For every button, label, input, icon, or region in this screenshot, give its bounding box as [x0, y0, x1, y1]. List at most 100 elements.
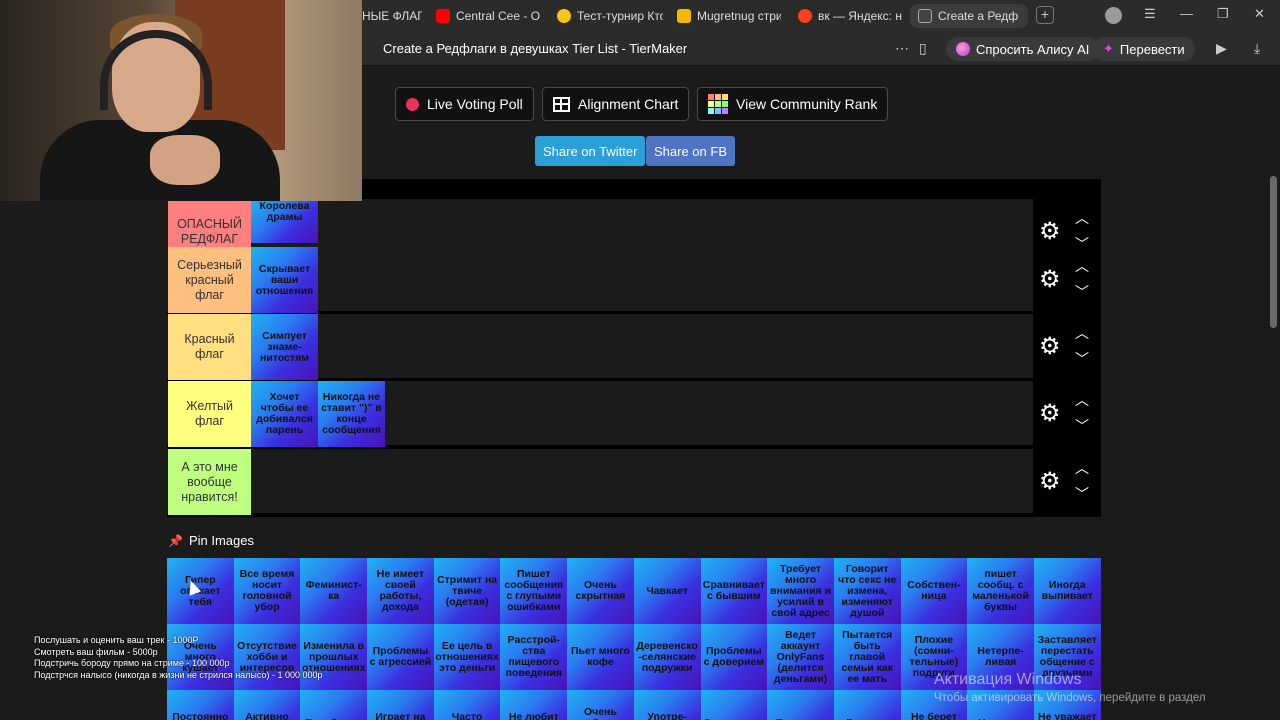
tier-item[interactable]: Хочет чтобы ее добивался парень [251, 381, 318, 447]
pin-images-toggle[interactable]: 📌 Pin Images [168, 533, 254, 548]
pool-item[interactable]: пишет сообщ. с маленькой буквы [967, 558, 1034, 624]
translate-button[interactable]: ✦ Перевести [1093, 37, 1195, 61]
profile-avatar[interactable] [1105, 7, 1122, 24]
bookmark-icon[interactable]: ▯ [919, 40, 927, 57]
pool-item[interactable]: Очень избира-тельна [567, 690, 634, 720]
tier-items: Хочет чтобы ее добивался парень Никогда … [251, 381, 385, 447]
more-icon[interactable]: ⋯ [895, 40, 909, 57]
page-title[interactable]: Create a Редфлаги в девушках Tier List -… [383, 41, 687, 56]
gear-icon[interactable]: ⚙ [1039, 402, 1061, 426]
browser-tab-5[interactable]: вк — Яндекс: на [798, 4, 902, 28]
share-fb-button[interactable]: Share on FB [646, 136, 735, 166]
pool-item[interactable]: Стримит на твиче (одетая) [433, 558, 501, 624]
tier-label[interactable]: Красный флаг [168, 314, 251, 380]
gear-icon[interactable]: ⚙ [1039, 470, 1061, 494]
chevron-up-icon[interactable]: ︿ [1075, 461, 1089, 475]
pool-item[interactable]: Употре-бляет [633, 690, 701, 720]
pool-item[interactable]: Собствен-ница [900, 558, 968, 624]
pool-item[interactable]: Пьет много кофе [567, 624, 634, 690]
close-window-icon[interactable]: ✕ [1254, 6, 1265, 22]
watermark-subtitle: Чтобы активировать Windows, перейдите в … [934, 692, 1206, 704]
chevron-down-icon[interactable]: ﹀ [1075, 285, 1089, 299]
pool-item[interactable]: Трenболон [300, 690, 368, 720]
tiermaker-icon [918, 9, 932, 23]
donation-line: Послушать и оценить ваш трек - 1000Р [34, 635, 199, 645]
chevron-up-icon[interactable]: ︿ [1075, 259, 1089, 273]
tier-controls: ⚙ ︿ ﹀ [1033, 247, 1101, 313]
pool-item[interactable]: Не имеет своей работы, дохода [367, 558, 434, 624]
new-tab-button[interactable]: + [1036, 6, 1054, 24]
pool-item[interactable]: Ревнует [833, 690, 901, 720]
pool-item[interactable]: Деревенско [700, 690, 768, 720]
pool-item[interactable]: Активно курит [233, 690, 301, 720]
community-rank-button[interactable]: View Community Rank [697, 87, 889, 121]
tier-list: ОПАСНЫЙ РЕДФЛАГ Королева драмы ⚙ ︿ ﹀ Сер… [167, 179, 1101, 517]
pool-item[interactable]: Пытается [767, 690, 834, 720]
tier-grid-icon [708, 94, 728, 114]
translate-label: Перевести [1119, 41, 1185, 57]
pool-item[interactable]: Проблемы с доверием [700, 624, 768, 690]
chevron-up-icon[interactable]: ︿ [1075, 326, 1089, 340]
community-rank-label: View Community Rank [736, 96, 878, 112]
tier-items: Симпует знаме-нитостям [251, 314, 318, 380]
tab-label: Mugretnug стри [697, 9, 781, 23]
image-icon [677, 9, 691, 23]
browser-tab-2[interactable]: Central Cee - Obs [436, 4, 540, 28]
pool-item[interactable]: Пытается быть главой семьи как ее мать [833, 624, 901, 690]
scrollbar-track[interactable] [1268, 66, 1280, 720]
gear-icon[interactable]: ⚙ [1039, 268, 1061, 292]
pool-item[interactable]: Ее цель в отношениях это деньги [433, 624, 501, 690]
scrollbar-thumb[interactable] [1270, 176, 1277, 328]
pool-item[interactable]: Проблемы с агрессией [367, 624, 434, 690]
pool-item[interactable]: Сравнивает с бывшим [700, 558, 768, 624]
watermark-title: Активация Windows [934, 671, 1082, 688]
alisa-label: Спросить Алису AI [976, 41, 1090, 57]
pool-item[interactable]: Иногда выпивает [1033, 558, 1101, 624]
live-voting-poll-button[interactable]: Live Voting Poll [395, 87, 534, 121]
pool-item[interactable]: Постоянно опаздывает [167, 690, 234, 720]
pool-item[interactable]: Все время носит головной убор [233, 558, 301, 624]
pool-item[interactable]: Деревенско -селянские подружки [633, 624, 701, 690]
tier-label[interactable]: Желтый флаг [168, 381, 251, 447]
chevron-down-icon[interactable]: ﹀ [1075, 487, 1089, 501]
pool-item[interactable]: Чавкает [633, 558, 701, 624]
pool-item[interactable]: Требует много внимания и усилий в свой а… [767, 558, 834, 624]
pool-item[interactable]: Говорит что секс не измена, изменяют душ… [833, 558, 901, 624]
ask-alisa-button[interactable]: Спросить Алису AI [946, 37, 1100, 61]
youtube-icon [436, 9, 450, 23]
pool-item[interactable]: Пишет сообщения с глупыми ошибками [500, 558, 568, 624]
gear-icon[interactable]: ⚙ [1039, 220, 1061, 244]
tier-item[interactable]: Никогда не ставит ")" в конце сообщения [318, 381, 385, 447]
menu-icon[interactable]: ☰ [1144, 6, 1156, 22]
tier-item[interactable]: Симпует знаме-нитостям [251, 314, 318, 380]
chevron-down-icon[interactable]: ﹀ [1075, 352, 1089, 366]
pool-item[interactable]: Феминист-ка [300, 558, 368, 624]
gear-icon[interactable]: ⚙ [1039, 335, 1061, 359]
tier-item[interactable]: Скрывает ваши отношения [251, 247, 318, 313]
tab-label: Тест-турнир Кто [577, 9, 663, 23]
play-icon[interactable]: ▶ [1216, 40, 1227, 57]
minimize-icon[interactable]: — [1180, 6, 1193, 21]
alignment-chart-button[interactable]: Alignment Chart [542, 87, 690, 121]
pool-item[interactable]: Не любит животных [500, 690, 568, 720]
tier-item[interactable]: Королева драмы [251, 199, 318, 243]
tier-label[interactable]: Серьезный красный флаг [168, 247, 251, 313]
alisa-icon [956, 42, 970, 56]
pool-item[interactable]: Очень скрытная [567, 558, 634, 624]
pool-item[interactable]: Расстрой-ства пищевого поведения [500, 624, 568, 690]
tier-controls: ⚙ ︿ ﹀ [1033, 314, 1101, 380]
chevron-up-icon[interactable]: ︿ [1075, 211, 1089, 225]
browser-tab-3[interactable]: Тест-турнир Кто [557, 4, 663, 28]
maximize-icon[interactable]: ❐ [1217, 6, 1229, 22]
pool-item[interactable]: Играет на телефоне [367, 690, 434, 720]
tier-label[interactable]: А это мне вообще нравится! [168, 449, 251, 515]
browser-tab-active[interactable]: Create a Редф✕ [910, 4, 1028, 28]
chevron-down-icon[interactable]: ﹀ [1075, 419, 1089, 433]
pool-item[interactable]: Ведет аккаунт OnlyFans (делится деньгами… [767, 624, 834, 690]
download-icon[interactable]: ⤓ [1254, 40, 1260, 57]
pool-item[interactable]: Часто плачет [433, 690, 501, 720]
browser-tab-1[interactable]: НЫЕ ФЛАГ [362, 4, 422, 28]
chevron-up-icon[interactable]: ︿ [1075, 393, 1089, 407]
browser-tab-4[interactable]: Mugretnug стри [677, 4, 781, 28]
share-twitter-button[interactable]: Share on Twitter [535, 136, 646, 166]
